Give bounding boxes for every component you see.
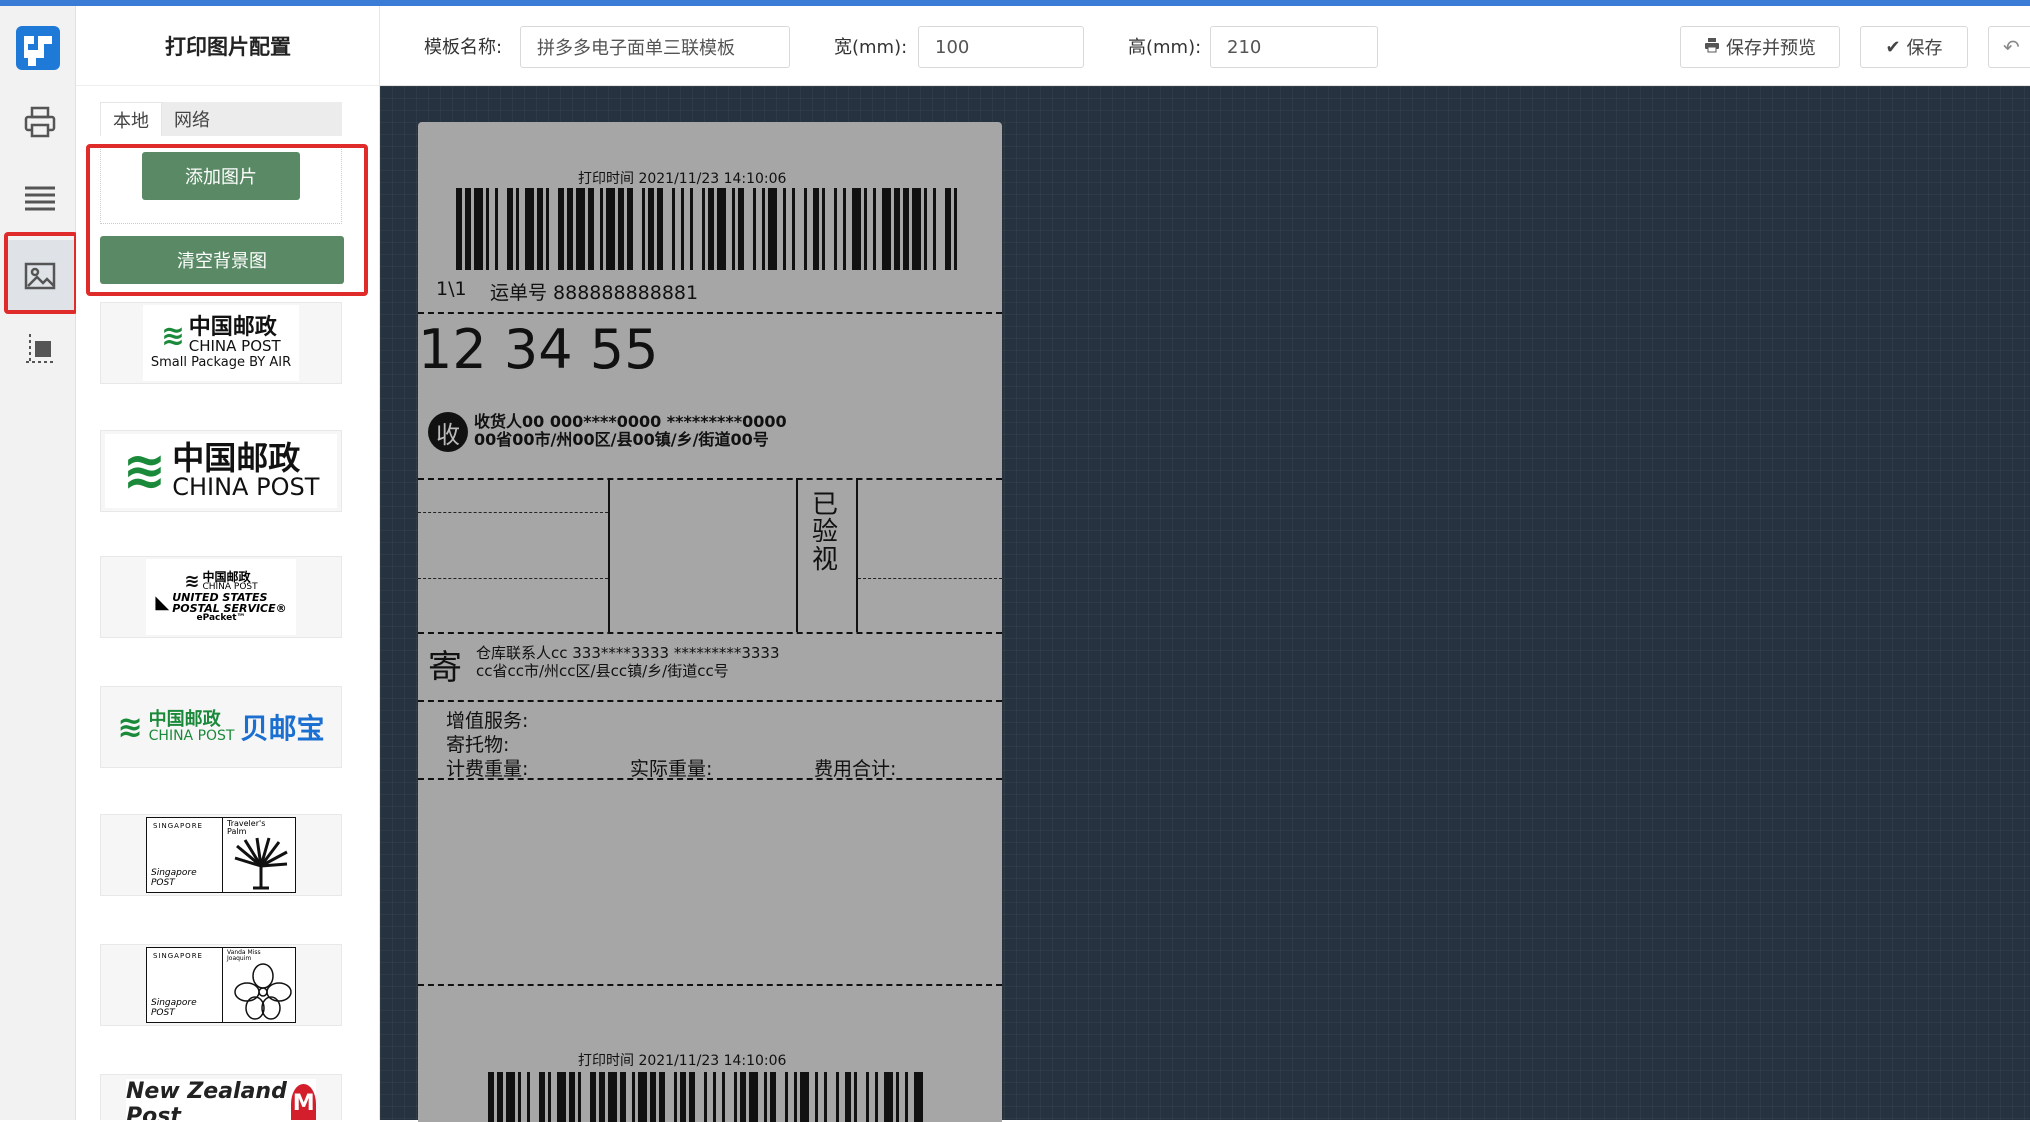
logo-text: 中国邮政 bbox=[188, 315, 277, 341]
save-and-preview-label: 保存并预览 bbox=[1726, 38, 1816, 59]
logo-card-china-post-usps[interactable]: ≋ 中国邮政 CHINA POST ◣ UNITED STATES POSTAL… bbox=[100, 556, 342, 638]
china-post-emblem-icon: ≋ bbox=[161, 319, 185, 352]
undo-icon: ↶ bbox=[2003, 35, 2020, 59]
palm-icon bbox=[234, 837, 288, 890]
label-paper[interactable]: 打印时间 2021/11/23 14:10:06 1\1 运单号 8888888… bbox=[418, 122, 1002, 1122]
highlight-image-tab bbox=[4, 232, 78, 314]
width-input[interactable]: 100 bbox=[918, 26, 1084, 68]
tab-network[interactable]: 网络 bbox=[162, 102, 222, 136]
source-tabs: 本地 网络 bbox=[100, 102, 342, 136]
logo-text: CHINA POST bbox=[188, 337, 281, 356]
logo-text: SINGAPORE bbox=[153, 952, 203, 960]
height-label: 高(mm): bbox=[1128, 37, 1202, 58]
undo-button[interactable]: ↶ bbox=[1988, 26, 2030, 68]
icon-rail bbox=[0, 6, 76, 1120]
logo-text: Singapore POST bbox=[151, 868, 197, 888]
tab-local[interactable]: 本地 bbox=[100, 102, 162, 136]
logo-card-new-zealand-post[interactable]: New Zealand Post M bbox=[100, 1074, 342, 1120]
barcode[interactable] bbox=[456, 188, 962, 270]
verified-stamp: 已 验 视 bbox=[812, 490, 839, 575]
sender-badge: 寄 bbox=[428, 648, 462, 688]
sender-line-2: cc省cc市/州cc区/县cc镇/乡/街道cc号 bbox=[476, 662, 729, 680]
verified-char: 视 bbox=[812, 544, 839, 575]
divider bbox=[418, 478, 1002, 480]
logo-text: Traveler's Palm bbox=[227, 819, 266, 836]
usps-eagle-icon: ◣ bbox=[155, 592, 170, 613]
divider bbox=[418, 778, 1002, 780]
logo-card-singapore-post-palm[interactable]: SINGAPORE Singapore POST Traveler's Palm bbox=[100, 814, 342, 896]
logo-card-china-post-beiyoubao[interactable]: ≋ 中国邮政 CHINA POST 贝邮宝 bbox=[100, 686, 342, 768]
sort-code: 12 34 55 bbox=[418, 318, 659, 381]
logo-text: Small Package BY AIR bbox=[150, 354, 292, 370]
logo-card-singapore-post-vanda[interactable]: SINGAPORE Singapore POST Vanda Miss Joaq… bbox=[100, 944, 342, 1026]
charge-weight: 计费重量: bbox=[446, 758, 529, 780]
orchid-icon bbox=[234, 963, 292, 1020]
receiver-line-2: 00省00市/州00区/县00镇/乡/街道00号 bbox=[474, 430, 769, 449]
verified-char: 验 bbox=[812, 517, 839, 548]
template-name-label: 模板名称: bbox=[424, 37, 503, 58]
divider bbox=[858, 578, 1002, 579]
divider bbox=[418, 632, 1002, 634]
logo-card-china-post-small-package[interactable]: ≋ 中国邮政 CHINA POST Small Package BY AIR bbox=[100, 302, 342, 384]
verified-char: 已 bbox=[812, 490, 839, 520]
save-and-preview-button[interactable]: 保存并预览 bbox=[1680, 26, 1840, 68]
china-post-emblem-icon: ≋ bbox=[122, 441, 167, 501]
china-post-emblem-icon: ≋ bbox=[184, 570, 200, 592]
logo-text: New Zealand Post bbox=[126, 1079, 287, 1120]
top-toolbar: 模板名称: 拼多多电子面单三联模板 宽(mm): 100 高(mm): 210 … bbox=[380, 6, 2030, 86]
panel-title: 打印图片配置 bbox=[76, 6, 379, 86]
height-input[interactable]: 210 bbox=[1210, 26, 1378, 68]
logo-text: SINGAPORE bbox=[153, 822, 203, 830]
divider bbox=[856, 478, 858, 632]
barcode-2[interactable] bbox=[488, 1072, 928, 1122]
logo-text: CHINA POST bbox=[172, 473, 320, 502]
divider bbox=[418, 984, 1002, 986]
width-label: 宽(mm): bbox=[834, 37, 908, 58]
logo-text: 中国邮政 bbox=[172, 438, 301, 477]
logo-card-china-post[interactable]: ≋ 中国邮政 CHINA POST bbox=[100, 430, 342, 512]
check-icon: ✔ bbox=[1885, 36, 1901, 58]
consignment: 寄托物: bbox=[446, 734, 510, 756]
design-canvas[interactable]: 打印时间 2021/11/23 14:10:06 1\1 运单号 8888888… bbox=[380, 86, 2030, 1122]
template-name-input[interactable]: 拼多多电子面单三联模板 bbox=[520, 26, 790, 68]
divider bbox=[608, 478, 610, 632]
crop-element-icon[interactable] bbox=[4, 314, 76, 386]
divider bbox=[418, 578, 608, 579]
divider bbox=[418, 312, 1002, 314]
divider bbox=[796, 478, 798, 632]
print-icon[interactable] bbox=[4, 86, 76, 158]
logo-text: ePacket™ bbox=[196, 613, 246, 623]
highlight-buttons-area bbox=[86, 144, 368, 296]
logo-text: 中国邮政 bbox=[148, 709, 221, 730]
china-post-emblem-icon: ≋ bbox=[117, 709, 143, 745]
logo-text: Singapore POST bbox=[151, 998, 197, 1018]
actual-weight: 实际重量: bbox=[630, 758, 713, 780]
value-added-service: 增值服务: bbox=[446, 710, 529, 732]
print-time-2: 打印时间 2021/11/23 14:10:06 bbox=[578, 1053, 787, 1069]
logo-text: CHINA POST bbox=[148, 728, 235, 744]
print-time: 打印时间 2021/11/23 14:10:06 bbox=[578, 171, 787, 187]
list-icon[interactable] bbox=[4, 162, 76, 234]
divider bbox=[418, 700, 1002, 702]
logo-text: Vanda Miss Joaquim bbox=[227, 949, 261, 962]
app-logo-icon bbox=[16, 26, 60, 70]
nz-post-emblem-icon: M bbox=[291, 1084, 316, 1120]
printer-icon bbox=[1704, 37, 1720, 58]
save-label: 保存 bbox=[1906, 38, 1943, 59]
save-button[interactable]: ✔ 保存 bbox=[1860, 26, 1968, 68]
receiver-badge: 收 bbox=[428, 412, 468, 452]
waybill-number: 运单号 888888888881 bbox=[490, 282, 699, 304]
total-fee: 费用合计: bbox=[814, 758, 897, 780]
package-count: 1\1 bbox=[436, 278, 467, 300]
logo-text: 贝邮宝 bbox=[240, 712, 325, 745]
divider bbox=[418, 512, 608, 513]
